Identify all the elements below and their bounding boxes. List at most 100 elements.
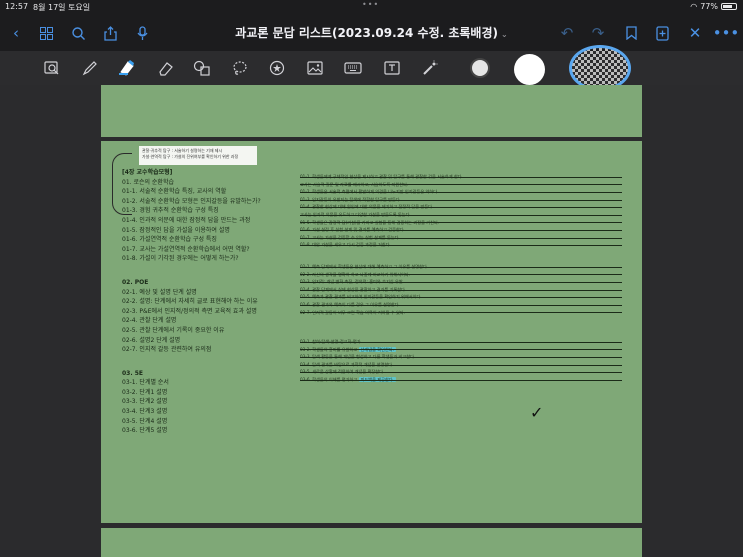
battery-fill — [723, 5, 733, 8]
text-box-icon[interactable] — [381, 57, 403, 79]
undo-icon[interactable]: ↶ — [557, 23, 577, 43]
page-3 — [101, 528, 642, 557]
answer-line: 02-6. 관찰 결과와 예측이 다를 경우 그 이유를 설명한다. — [300, 301, 622, 309]
answer-line: 02-2. 자신의 생각을 명확히 하고 나중에 비교하기 위해서이다. — [300, 271, 622, 279]
answer-line: 02-1. 예측 단계에서 학생들은 현상에 대해 예측하고 그 이유를 설명한… — [300, 263, 622, 271]
more-icon[interactable]: ••• — [713, 23, 740, 43]
question-item: 02-2. 설명: 단계에서 자세히 글로 표현해야 하는 이유 — [122, 298, 258, 306]
answer-line: 03-6. 학생들의 이해를 평가하고 피드백을 제공한다. — [300, 376, 622, 384]
redo-icon[interactable]: ↷ — [588, 23, 608, 43]
document-canvas[interactable]: 관찰·귀추적 탐구 : 서술하기 설명하는 기재 제시 가설·연역적 탐구 : … — [0, 85, 743, 557]
handwritten-checkmark-icon: ✓ — [530, 403, 544, 422]
question-item: 03-3. 단계2 설명 — [122, 398, 168, 406]
question-item: 03-2. 단계1 설명 — [122, 388, 168, 396]
question-item: 02-3. P&E에서 인지적/정의적 측면 교육적 효과 설명 — [122, 307, 257, 315]
color-swatch-2[interactable] — [514, 54, 545, 85]
handwritten-note-box: 관찰·귀추적 탐구 : 서술하기 설명하는 기재 제시 가설·연역적 탐구 : … — [139, 146, 257, 165]
shapes-icon[interactable] — [191, 57, 213, 79]
eraser-icon[interactable] — [155, 57, 177, 79]
pen-toolbar — [0, 45, 743, 91]
color-swatch-1[interactable] — [470, 58, 490, 78]
question-item: 02-1. 예상 및 설명 단계 설명 — [122, 288, 197, 296]
answer-line: 01-6. 가설 설정 후 실험 설계 및 결과를 예측하고 검증한다. — [300, 226, 622, 234]
question-item: 02-7. 인지적 갈등 관련하여 유의점 — [122, 346, 212, 354]
battery-icon — [721, 3, 737, 10]
answer-line: 01-7. 교사는 가설을 검증할 수 있는 실험 설계를 돕는다. — [300, 234, 622, 242]
answer-line: 03-2. 학생들의 흥미를 유발하고 선개념을 확인한다. — [300, 346, 622, 354]
microphone-icon[interactable] — [132, 23, 152, 43]
add-page-icon[interactable] — [652, 23, 672, 43]
status-right: ◠ 77% — [690, 2, 737, 11]
question-item: 01-3. 경험 귀추적 순환학습 구성 특징 — [122, 207, 219, 215]
answer-line: 교사는 인과적 의문을 유도하고 다양한 가설을 만들도록 돕는다. — [300, 211, 622, 219]
question-item: 02-5. 관찰 단계에서 기록이 중요한 이유 — [122, 326, 225, 334]
answer-line: 03-3. 탐색 활동을 통해 개념을 형성하고 다른 학생들과 비교한다. — [300, 353, 622, 361]
question-item: 03-6. 단계5 설명 — [122, 427, 168, 435]
app-root: 12:57 8월 17일 토요일 ••• ◠ 77% ‹ 과교론 문답 리스트(… — [0, 0, 743, 557]
note-line-2: 가설·연역적 탐구 : 가설의 진위여부를 확인하기 위한 과정 — [142, 154, 239, 159]
answer-line: 03-1. 참여-탐색-설명-정교화-평가 — [300, 338, 622, 346]
highlighted-text: 선개념을 확인한다. — [358, 346, 397, 352]
answer-line: 02-7. 인지적 갈등이 너무 크면 학습 의욕이 저하될 수 있다. — [300, 309, 622, 317]
answer-line: 01-4. 관찰한 현상에 대해 원인에 대한 의문을 제기하고 잠정적 답을 … — [300, 203, 622, 211]
question-item: 01-2. 서술적 순환학습 모형은 인지갈등을 유발하는가? — [122, 197, 261, 205]
answer-line: 02-5. 예측과 관찰 결과를 비교하여 인지갈등을 확인하기 위해서이다. — [300, 293, 622, 301]
question-item: 02-4. 관찰 단계 설명 — [122, 317, 177, 325]
status-time: 12:57 — [5, 2, 29, 11]
lasso-search-icon[interactable] — [41, 57, 63, 79]
question-item: 01-4. 인과적 의문에 대한 잠정적 답을 만드는 과정 — [122, 216, 251, 224]
answer-line: 01-8. 대안 가설을 세우고 다시 검증 과정을 거친다. — [300, 241, 622, 249]
battery-percent: 77% — [700, 2, 718, 11]
question-item: 02-6. 설명2 단계 설명 — [122, 336, 181, 344]
section-heading: [4장 교수학습모형] — [122, 169, 173, 176]
question-item: 01-8. 가설이 기각된 경우에는 어떻게 하는가? — [122, 255, 239, 263]
close-icon[interactable]: ✕ — [685, 23, 705, 43]
question-item: 01-5. 잠정적인 답을 가설을 이용하여 설명 — [122, 226, 230, 234]
answer-line: 교사는 서술적 질문 및 자료를 제시하고, 서술하도록 지원한다. — [300, 181, 622, 189]
question-item: 01-7. 교사는 가설연역적 순환학습에서 어떤 역할? — [122, 245, 250, 253]
page-1 — [101, 85, 642, 137]
keyboard-icon[interactable] — [342, 57, 364, 79]
share-icon[interactable] — [100, 23, 120, 43]
answer-line: 01-2. 학생들은 서술적 측면에서 활발하게 의견을 나누지만 인지갈등은 … — [300, 188, 622, 196]
highlighter-icon[interactable] — [116, 57, 138, 79]
question-list: [4장 교수학습모형] 01. 로슨의 순환학습 01-1. 서술적 순환학습 특징… — [122, 168, 302, 436]
question-item: 01. 로슨의 순환학습 — [122, 178, 174, 186]
answer-line: 03-4. 탐색 결과를 바탕으로 과학적 개념을 설명한다. — [300, 361, 622, 369]
bookmark-icon[interactable] — [621, 23, 641, 43]
page-2: 관찰·귀추적 탐구 : 서술하기 설명하는 기재 제시 가설·연역적 탐구 : … — [101, 141, 642, 523]
answer-list: 01-1. 학생들에게 구체적인 현상을 제시하고 관찰 및 탐구를 통해 관찰… — [300, 173, 622, 384]
sticker-icon[interactable] — [266, 57, 288, 79]
laser-pointer-icon[interactable] — [419, 57, 441, 79]
question-item: 03-1. 단계별 순서 — [122, 379, 169, 387]
document-title-text: 과교론 문답 리스트(2023.09.24 수정. 초록배경) — [235, 26, 498, 40]
section-heading: 02. POE — [122, 278, 149, 286]
grid-icon[interactable] — [36, 23, 56, 43]
image-icon[interactable] — [304, 57, 326, 79]
status-bar: 12:57 8월 17일 토요일 ••• ◠ 77% — [0, 0, 743, 14]
pen-icon[interactable] — [79, 57, 101, 79]
question-item: 03-5. 단계4 설명 — [122, 417, 168, 425]
answer-line: 02-3. 인지적: 개념 변화 촉진, 정의적: 흥미와 호기심 유발 — [300, 278, 622, 286]
lasso-icon[interactable] — [229, 57, 251, 79]
section-heading: 03. 5E — [122, 369, 143, 377]
answer-line: 01-5. 학생들은 잠정적 답(가설)을 가지고 실험을 통해 검증하는 과정… — [300, 219, 622, 227]
wifi-icon: ◠ — [690, 2, 698, 11]
question-item: 01-1. 서술적 순환학습 특징, 교사의 역할 — [122, 188, 227, 196]
back-chevron-icon[interactable]: ‹ — [6, 23, 26, 43]
title-bar: ‹ 과교론 문답 리스트(2023.09.24 수정. 초록배경) ⌄ ↶ ↷ ✕… — [0, 14, 743, 51]
question-item: 01-6. 가설연역적 순환학습 구성 특징 — [122, 236, 217, 244]
answer-line: 02-4. 관찰 단계에서 실제 현상을 관찰하고 결과를 기록한다. — [300, 286, 622, 294]
multitask-dots-icon[interactable]: ••• — [362, 0, 379, 9]
search-icon[interactable] — [68, 23, 88, 43]
answer-line: 01-3. 인지갈등이 유발되는 탐색에 적합한 탐구를 만든다. — [300, 196, 622, 204]
question-item: 03-4. 단계3 설명 — [122, 408, 168, 416]
answer-line: 01-1. 학생들에게 구체적인 현상을 제시하고 관찰 및 탐구를 통해 관찰… — [300, 173, 622, 181]
status-date: 8월 17일 토요일 — [33, 3, 91, 12]
title-chevron-down-icon[interactable]: ⌄ — [501, 30, 508, 39]
document-title[interactable]: 과교론 문답 리스트(2023.09.24 수정. 초록배경) ⌄ — [200, 24, 543, 41]
